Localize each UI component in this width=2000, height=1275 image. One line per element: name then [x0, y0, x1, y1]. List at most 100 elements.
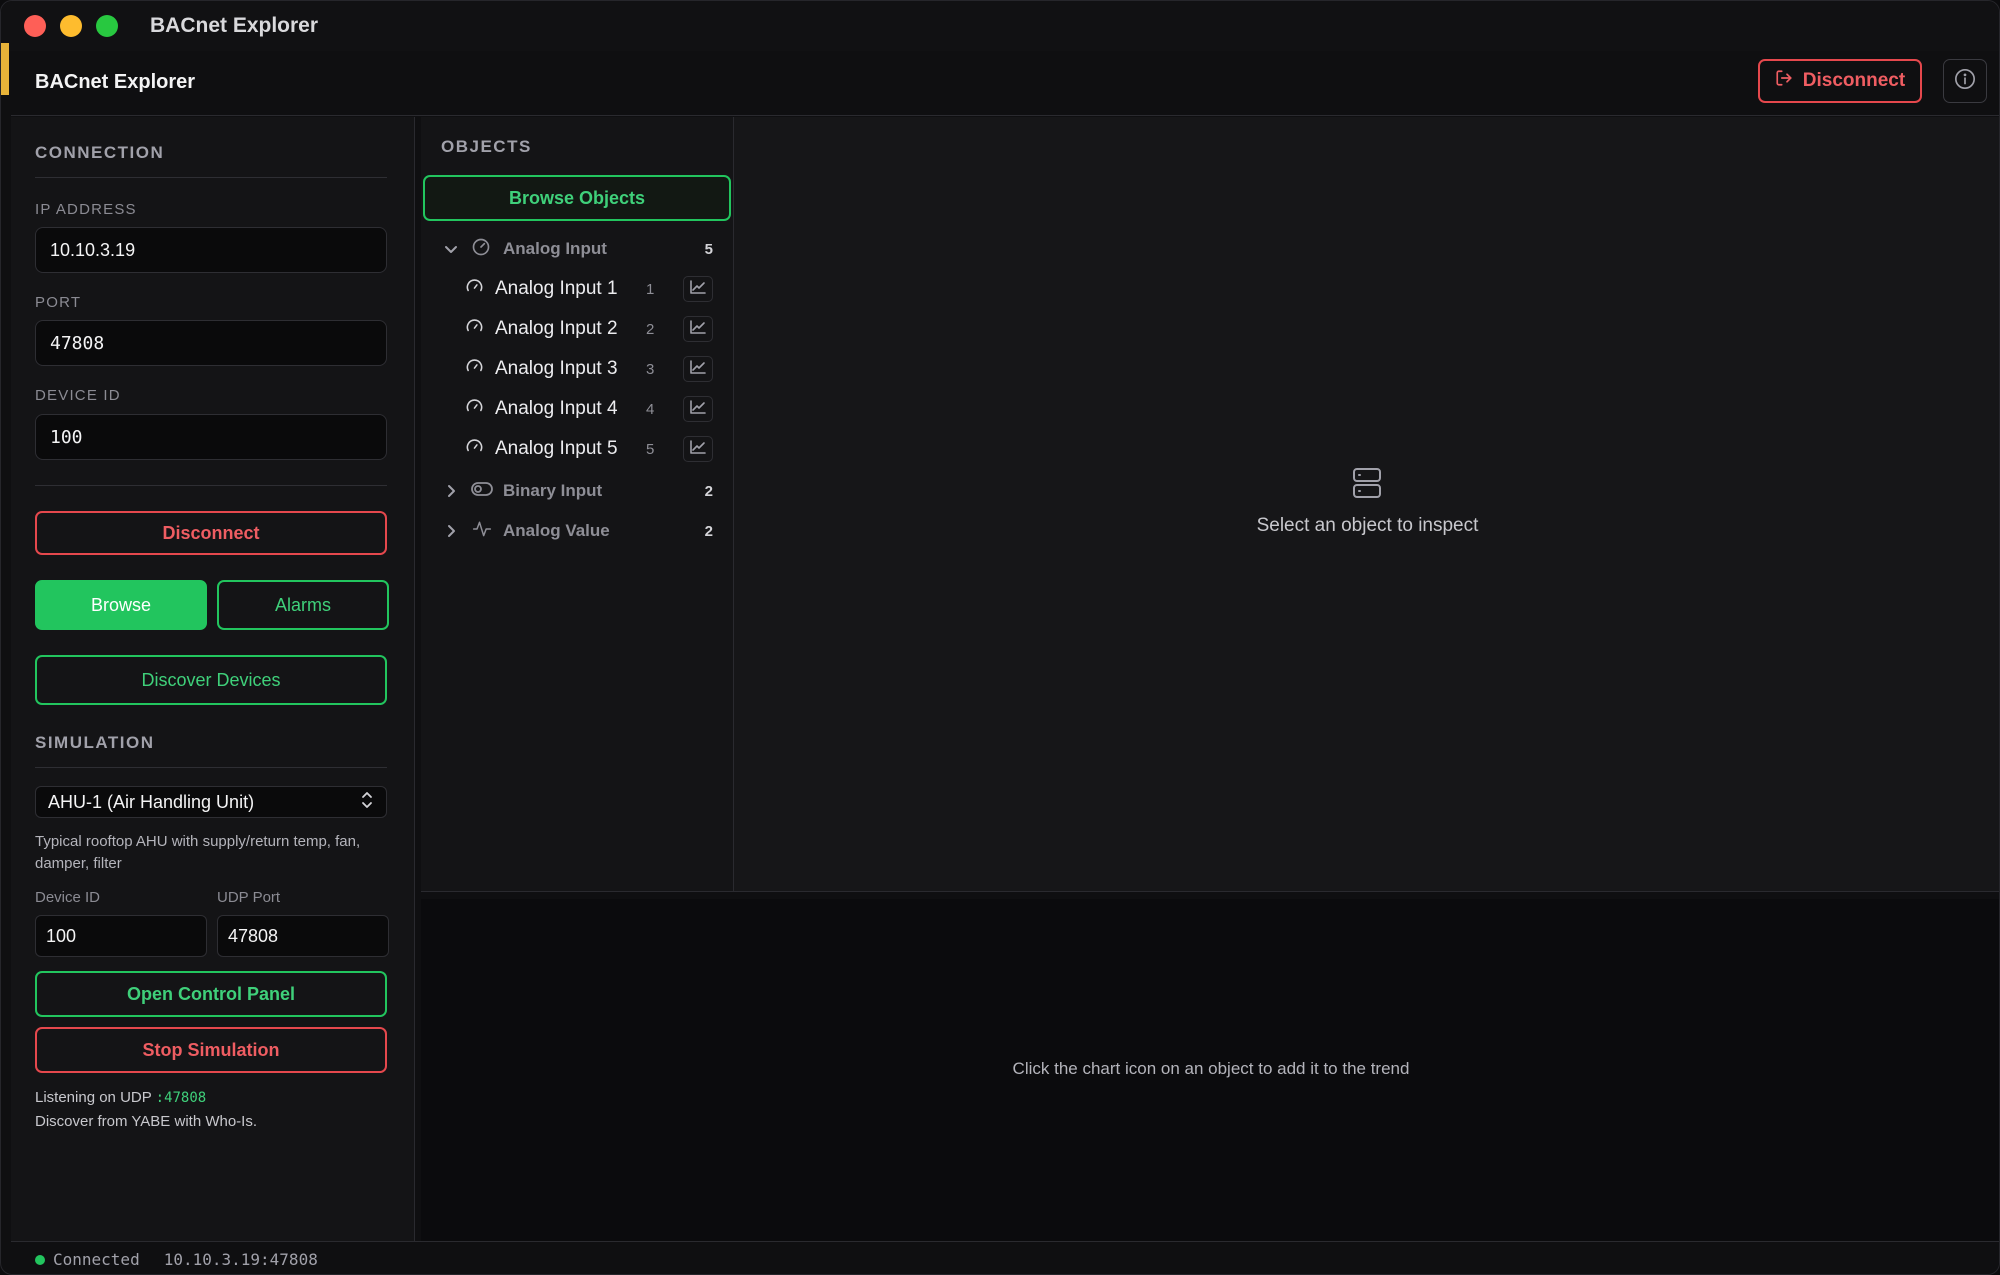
tree-item[interactable]: Analog Input 5 5	[421, 429, 733, 469]
zoom-window-button[interactable]	[96, 15, 118, 37]
tree-group-binary-input[interactable]: Binary Input 2	[421, 471, 733, 511]
listening-status: Listening on UDP :47808	[35, 1089, 206, 1106]
group-label: Binary Input	[503, 481, 603, 500]
header-disconnect-button[interactable]: Disconnect	[1758, 59, 1922, 103]
tree-item[interactable]: Analog Input 1 1	[421, 269, 733, 309]
ip-address-field[interactable]: 10.10.3.19	[35, 227, 387, 273]
add-to-trend-button[interactable]	[683, 316, 713, 342]
port-label: PORT	[35, 294, 82, 311]
port-field[interactable]: 47808	[35, 320, 387, 366]
info-icon	[1954, 68, 1976, 95]
gauge-icon	[471, 237, 491, 262]
tree-item-instance: 1	[646, 280, 655, 298]
tree-item-instance: 3	[646, 360, 655, 378]
chart-line-icon	[690, 359, 706, 379]
tree-item-label: Analog Input 2	[495, 318, 618, 339]
disconnect-button[interactable]: Disconnect	[35, 511, 387, 555]
alarms-button[interactable]: Alarms	[217, 580, 389, 630]
device-id-label: DEVICE ID	[35, 387, 121, 404]
simulation-description: Typical rooftop AHU with supply/return t…	[35, 833, 361, 872]
group-count: 2	[704, 482, 713, 500]
app-header: BACnet Explorer Disconnect	[11, 51, 1999, 116]
sim-udp-port-value: 47808	[228, 925, 279, 946]
app-window: BACnet Explorer BACnet Explorer Disconne…	[0, 0, 2000, 1275]
browse-label: Browse	[90, 594, 152, 615]
objects-title: OBJECTS	[441, 137, 532, 156]
port-value: 47808	[50, 332, 105, 354]
tree-group-analog-value[interactable]: Analog Value 2	[421, 511, 733, 551]
sim-device-id-value: 100	[46, 925, 77, 946]
alarms-label: Alarms	[274, 594, 331, 615]
group-count: 2	[704, 522, 713, 540]
divider	[35, 767, 387, 768]
connection-status-text: Connected	[53, 1250, 140, 1269]
group-label: Analog Value	[503, 521, 610, 540]
server-icon	[1352, 467, 1382, 504]
window-controls	[24, 15, 118, 37]
tree-item-instance: 2	[646, 320, 655, 338]
logout-icon	[1775, 69, 1793, 93]
chart-line-icon	[690, 319, 706, 339]
tree-item-label: Analog Input 4	[495, 398, 618, 419]
chart-line-icon	[690, 439, 706, 459]
discover-devices-label: Discover Devices	[141, 669, 281, 690]
close-window-button[interactable]	[24, 15, 46, 37]
open-control-panel-label: Open Control Panel	[126, 983, 295, 1004]
minimize-window-button[interactable]	[60, 15, 82, 37]
browse-button[interactable]: Browse	[35, 580, 207, 630]
browse-objects-button[interactable]: Browse Objects	[423, 175, 731, 221]
chevron-right-icon[interactable]	[443, 483, 459, 499]
sim-udp-port-field[interactable]: 47808	[217, 915, 389, 957]
stop-simulation-label: Stop Simulation	[142, 1039, 280, 1060]
tree-item-instance: 5	[646, 440, 655, 458]
sim-udp-port-label: UDP Port	[217, 889, 281, 906]
tree-group-analog-input[interactable]: Analog Input 5	[421, 229, 733, 269]
app-title: BACnet Explorer	[35, 71, 196, 93]
discover-devices-button[interactable]: Discover Devices	[35, 655, 387, 705]
browse-objects-label: Browse Objects	[508, 187, 646, 208]
tree-item-label: Analog Input 5	[495, 438, 618, 459]
chevron-up-down-icon	[360, 791, 374, 814]
ip-address-label: IP ADDRESS	[35, 201, 137, 218]
gauge-icon	[465, 317, 484, 341]
inspector-panel: Select an object to inspect	[734, 117, 1999, 892]
disconnect-label: Disconnect	[162, 522, 260, 543]
device-id-field[interactable]: 100	[35, 414, 387, 460]
connection-address: 10.10.3.19:47808	[163, 1250, 318, 1269]
device-id-value: 100	[50, 426, 83, 448]
chart-line-icon	[690, 279, 706, 299]
stop-simulation-button[interactable]: Stop Simulation	[35, 1027, 387, 1073]
sidebar: CONNECTION IP ADDRESS 10.10.3.19 PORT 47…	[11, 117, 415, 1241]
simulation-device-select[interactable]: AHU-1 (Air Handling Unit)	[35, 786, 387, 818]
chevron-down-icon[interactable]	[443, 241, 459, 257]
tree-item[interactable]: Analog Input 3 3	[421, 349, 733, 389]
simulation-selected-value: AHU-1 (Air Handling Unit)	[48, 791, 255, 812]
add-to-trend-button[interactable]	[683, 276, 713, 302]
tree-item[interactable]: Analog Input 2 2	[421, 309, 733, 349]
title-bar: BACnet Explorer	[1, 1, 1999, 51]
listening-prefix: Listening on UDP	[35, 1089, 152, 1106]
add-to-trend-button[interactable]	[683, 356, 713, 382]
trend-panel: Click the chart icon on an object to add…	[421, 899, 1999, 1241]
tree-item[interactable]: Analog Input 4 4	[421, 389, 733, 429]
tree-item-instance: 4	[646, 400, 655, 418]
group-label: Analog Input	[503, 239, 607, 258]
sim-device-id-label: Device ID	[35, 889, 101, 906]
activity-icon	[471, 519, 493, 544]
info-button[interactable]	[1943, 59, 1987, 103]
gauge-icon	[465, 437, 484, 461]
status-bar: Connected 10.10.3.19:47808	[11, 1241, 1999, 1274]
sim-device-id-field[interactable]: 100	[35, 915, 207, 957]
divider	[35, 177, 387, 178]
add-to-trend-button[interactable]	[683, 436, 713, 462]
chart-line-icon	[690, 399, 706, 419]
tree-item-label: Analog Input 3	[495, 358, 618, 379]
chevron-right-icon[interactable]	[443, 523, 459, 539]
toggle-icon	[471, 481, 493, 502]
group-count: 5	[704, 240, 713, 258]
window-title: BACnet Explorer	[150, 14, 319, 37]
tree-item-label: Analog Input 1	[495, 278, 618, 299]
open-control-panel-button[interactable]: Open Control Panel	[35, 971, 387, 1017]
trend-empty-text: Click the chart icon on an object to add…	[1012, 1059, 1410, 1078]
add-to-trend-button[interactable]	[683, 396, 713, 422]
